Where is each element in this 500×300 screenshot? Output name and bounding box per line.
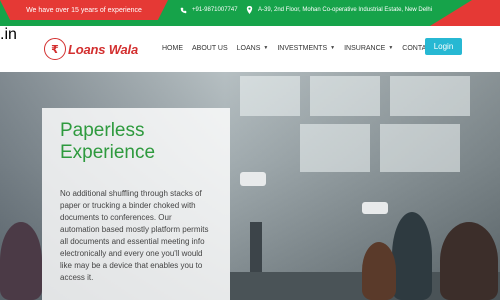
- bg-lamp: [362, 202, 388, 214]
- nav-label: INSURANCE: [344, 44, 386, 52]
- bg-window: [380, 124, 460, 172]
- bg-person: [440, 222, 498, 300]
- top-bar: We have over 15 years of experience +91-…: [0, 0, 500, 26]
- main-nav: HOME ABOUT US LOANS ▼ INVESTMENTS ▼ INSURA…: [162, 38, 456, 58]
- logo-wordmark: Loans Wala: [68, 41, 139, 57]
- phone-icon: [180, 7, 187, 14]
- hero-title: Paperless Experience: [60, 120, 156, 163]
- nav-item-loans[interactable]: LOANS ▼: [237, 45, 269, 52]
- address-info: A-39, 2nd Floor, Mohan Co-operative Indu…: [246, 0, 432, 20]
- bg-window: [300, 124, 370, 172]
- site-header: ₹ Loans Wala .in HOME ABOUT US LOANS ▼ IN…: [0, 26, 500, 72]
- experience-banner: We have over 15 years of experience: [0, 0, 168, 20]
- site-logo[interactable]: ₹ Loans Wala: [44, 38, 138, 60]
- caret-down-icon: ▼: [263, 45, 269, 51]
- paperless-panel: Paperless Experience No additional shuff…: [42, 108, 230, 300]
- location-pin-icon: [246, 6, 253, 14]
- top-bar-red-accent: [430, 0, 500, 26]
- nav-label: HOME: [162, 44, 183, 52]
- bg-person: [362, 242, 396, 300]
- nav-item-investments[interactable]: INVESTMENTS ▼: [277, 45, 335, 52]
- bg-window: [240, 76, 300, 116]
- address-text: A-39, 2nd Floor, Mohan Co-operative Indu…: [258, 7, 433, 13]
- login-button[interactable]: Login: [425, 38, 462, 55]
- logo-tld: .in: [0, 26, 17, 43]
- logo-rupee-icon: ₹: [44, 38, 66, 60]
- bg-window: [310, 76, 380, 116]
- nav-item-insurance[interactable]: INSURANCE ▼: [344, 45, 393, 52]
- phone-number: +91-9871007747: [192, 7, 238, 13]
- bg-person: [0, 222, 42, 300]
- nav-item-about-us[interactable]: ABOUT US: [192, 45, 228, 52]
- bg-person: [392, 212, 432, 300]
- nav-label: INVESTMENTS: [277, 44, 328, 52]
- hero-section: Paperless Experience No additional shuff…: [0, 72, 500, 300]
- nav-label: LOANS: [236, 44, 261, 52]
- bg-lamp: [240, 172, 266, 186]
- nav-item-home[interactable]: HOME: [162, 45, 183, 52]
- nav-label: ABOUT US: [192, 44, 228, 52]
- phone-info[interactable]: +91-9871007747: [180, 0, 238, 20]
- caret-down-icon: ▼: [388, 45, 394, 51]
- bg-window: [390, 76, 470, 116]
- hero-description: No additional shuffling through stacks o…: [60, 189, 209, 282]
- caret-down-icon: ▼: [330, 45, 336, 51]
